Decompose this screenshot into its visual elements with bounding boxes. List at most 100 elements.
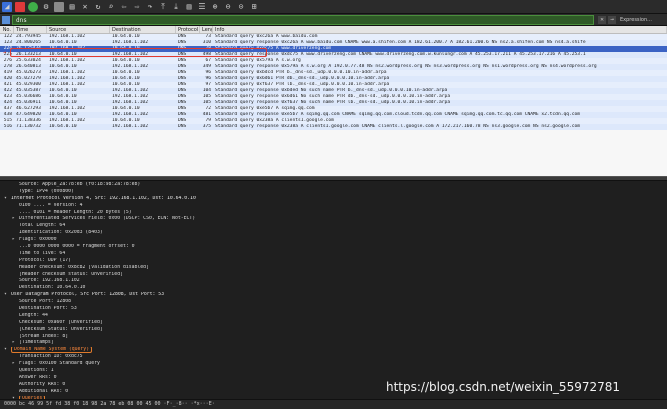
detail-field[interactable]: Protocol: UDP (17): [4, 258, 667, 265]
detail-field[interactable]: Questions: 1: [4, 368, 667, 375]
detail-text: Internet Protocol Version 4, Src: 192.16…: [11, 195, 196, 201]
packet-list-header: No.TimeSourceDestinationProtocolLengthIn…: [0, 26, 667, 34]
colorize-icon[interactable]: ☰: [197, 2, 207, 12]
reload-icon[interactable]: ↻: [93, 2, 103, 12]
detail-field[interactable]: .... 0101 = Header Length: 20 bytes (5): [4, 210, 667, 217]
apply-filter-icon[interactable]: →: [608, 16, 616, 24]
go-to-packet-icon[interactable]: ↷: [145, 2, 155, 12]
packet-cell-info: Standard query response 0x238a A clients…: [215, 124, 581, 129]
expand-toggle-icon[interactable]: ▾: [4, 196, 11, 203]
detail-field[interactable]: Destination Port: 53: [4, 306, 667, 313]
detail-field[interactable]: Checksum: 0xa60f [unverified]: [4, 320, 667, 327]
packet-details-tree: Source: Apple_2a:78:eb (f0:18:98:2a:78:e…: [0, 181, 667, 399]
packet-bytes-pane: 0000 bc 46 99 5f fd 38 f0 18 98 2a 78 eb…: [0, 399, 667, 409]
detail-field[interactable]: Destination: 10.64.0.10: [4, 285, 667, 292]
go-forward-icon[interactable]: ⇨: [132, 2, 142, 12]
column-header-source[interactable]: Source: [47, 26, 110, 33]
main-toolbar: ◢ ⚙ ▤ ✕ ↻ ⌕ ⇦ ⇨ ↷ ⤒ ⤓ ▥ ☰ ⊕ ⊖ ⊙ ⊞: [0, 0, 667, 14]
detail-field[interactable]: Type: IPv4 (0x0800): [4, 189, 667, 196]
detail-field[interactable]: ...0 0000 0000 0000 = Fragment offset: 0: [4, 244, 667, 251]
find-icon[interactable]: ⌕: [106, 2, 116, 12]
options-gear-icon[interactable]: ⚙: [41, 2, 51, 12]
detail-text: Destination Port: 53: [19, 306, 77, 312]
detail-field[interactable]: Identification: 0x20d3 (8403): [4, 230, 667, 237]
detail-field[interactable]: ▸ Differentiated Services Field: 0x00 (DS…: [4, 216, 667, 223]
detail-text: Transaction ID: 0xdc75: [19, 354, 83, 360]
detail-text: User Datagram Protocol, Src Port: 12808,…: [11, 292, 165, 298]
detail-text: Source: Apple_2a:78:eb (f0:18:98:2a:78:e…: [19, 182, 141, 187]
detail-text: Differentiated Services Field: 0x00 (DSC…: [19, 216, 196, 222]
detail-field[interactable]: Length: 44: [4, 313, 667, 320]
detail-field[interactable]: [Header checksum status: Unverified]: [4, 272, 667, 279]
packet-row[interactable]: 516 71.130732 10.64.0.10 192.168.1.102 DNS 37…: [0, 124, 667, 130]
detail-text: Answer RRs: 0: [19, 374, 57, 380]
first-packet-icon[interactable]: ⤒: [158, 2, 168, 12]
expand-toggle-icon[interactable]: ▾: [4, 347, 11, 354]
detail-text: Type: IPv4 (0x0800): [19, 188, 74, 194]
save-file-icon[interactable]: ▤: [67, 2, 77, 12]
stop-icon[interactable]: [15, 1, 25, 12]
column-header-no[interactable]: No.: [0, 26, 14, 33]
close-file-icon[interactable]: ✕: [80, 2, 90, 12]
shark-fin-start-icon[interactable]: ◢: [2, 1, 12, 12]
column-header-info[interactable]: Info: [213, 26, 667, 33]
open-file-icon[interactable]: [54, 1, 64, 12]
detail-text: Checksum: 0xa60f [unverified]: [19, 319, 103, 325]
detail-field[interactable]: Source: 192.168.1.102: [4, 278, 667, 285]
expand-toggle-icon[interactable]: ▸: [12, 361, 19, 368]
expand-toggle-icon[interactable]: ▾: [4, 292, 11, 299]
column-header-destination[interactable]: Destination: [110, 26, 176, 33]
column-header-time[interactable]: Time: [14, 26, 47, 33]
bookmark-icon[interactable]: [2, 16, 10, 24]
detail-field[interactable]: Source: Apple_2a:78:eb (f0:18:98:2a:78:e…: [4, 182, 667, 189]
detail-text: ...0 0000 0000 0000 = Fragment offset: 0: [19, 244, 135, 250]
zoom-reset-icon[interactable]: ⊙: [236, 2, 246, 12]
column-header-length[interactable]: Length: [200, 26, 213, 33]
last-packet-icon[interactable]: ⤓: [171, 2, 181, 12]
restart-icon[interactable]: [28, 1, 38, 12]
expand-toggle-icon[interactable]: ▸: [12, 216, 19, 223]
detail-section[interactable]: ▾ Domain Name System (query): [4, 347, 667, 354]
detail-section[interactable]: ▾ Internet Protocol Version 4, Src: 192.1…: [4, 196, 667, 203]
detail-text: [Checksum Status: Unverified]: [19, 326, 103, 332]
detail-field[interactable]: Time to live: 64: [4, 251, 667, 258]
detail-text: Source Port: 12808: [19, 299, 71, 305]
request-arrow-icon: ➜: [3, 50, 7, 56]
go-back-icon[interactable]: ⇦: [119, 2, 129, 12]
detail-field[interactable]: Header checksum: 0x8c82 [validation disa…: [4, 265, 667, 272]
packet-cell-dst: 192.168.1.102: [112, 124, 148, 129]
detail-text: Time to live: 64: [19, 250, 66, 256]
detail-text: [Header checksum status: Unverified]: [19, 271, 123, 277]
detail-field[interactable]: [Stream index: 8]: [4, 334, 667, 341]
detail-field[interactable]: Source Port: 12808: [4, 299, 667, 306]
detail-section[interactable]: ▾ User Datagram Protocol, Src Port: 12808…: [4, 292, 667, 299]
detail-field[interactable]: Total Length: 64: [4, 223, 667, 230]
expression-button[interactable]: Expression...: [620, 16, 652, 24]
detail-field[interactable]: Transaction ID: 0xdc75: [4, 354, 667, 361]
watermark: https://blog.csdn.net/weixin_55972781: [386, 380, 621, 394]
detail-text: .... 0101 = Header Length: 20 bytes (5): [19, 209, 132, 215]
detail-text: Source: 192.168.1.102: [19, 278, 80, 284]
detail-text: 0100 .... = Version: 4: [19, 202, 83, 208]
clear-filter-icon[interactable]: ✕: [598, 16, 606, 24]
expand-toggle-icon[interactable]: ▸: [12, 340, 19, 347]
display-filter-input[interactable]: [12, 15, 594, 25]
detail-text: Length: 44: [19, 312, 48, 318]
detail-text: Domain Name System (query): [11, 347, 93, 354]
detail-text: Total Length: 64: [19, 223, 66, 229]
column-header-protocol[interactable]: Protocol: [176, 26, 200, 33]
detail-field[interactable]: ▸ Flags: 0x0000: [4, 237, 667, 244]
detail-text: Header checksum: 0x8c82 [validation disa…: [19, 264, 149, 270]
expand-toggle-icon[interactable]: ▸: [12, 237, 19, 244]
resize-columns-icon[interactable]: ⊞: [249, 2, 259, 12]
detail-text: Authority RRs: 0: [19, 381, 66, 387]
detail-text: Flags: 0x0000: [19, 237, 57, 243]
detail-field[interactable]: ▸ [Timestamps]: [4, 340, 667, 347]
detail-field[interactable]: ▸ Flags: 0x0100 Standard query: [4, 361, 667, 368]
zoom-out-icon[interactable]: ⊖: [223, 2, 233, 12]
detail-field[interactable]: [Checksum Status: Unverified]: [4, 327, 667, 334]
zoom-in-icon[interactable]: ⊕: [210, 2, 220, 12]
autoscroll-icon[interactable]: ▥: [184, 2, 194, 12]
detail-field[interactable]: 0100 .... = Version: 4: [4, 203, 667, 210]
detail-text: Protocol: UDP (17): [19, 257, 71, 263]
